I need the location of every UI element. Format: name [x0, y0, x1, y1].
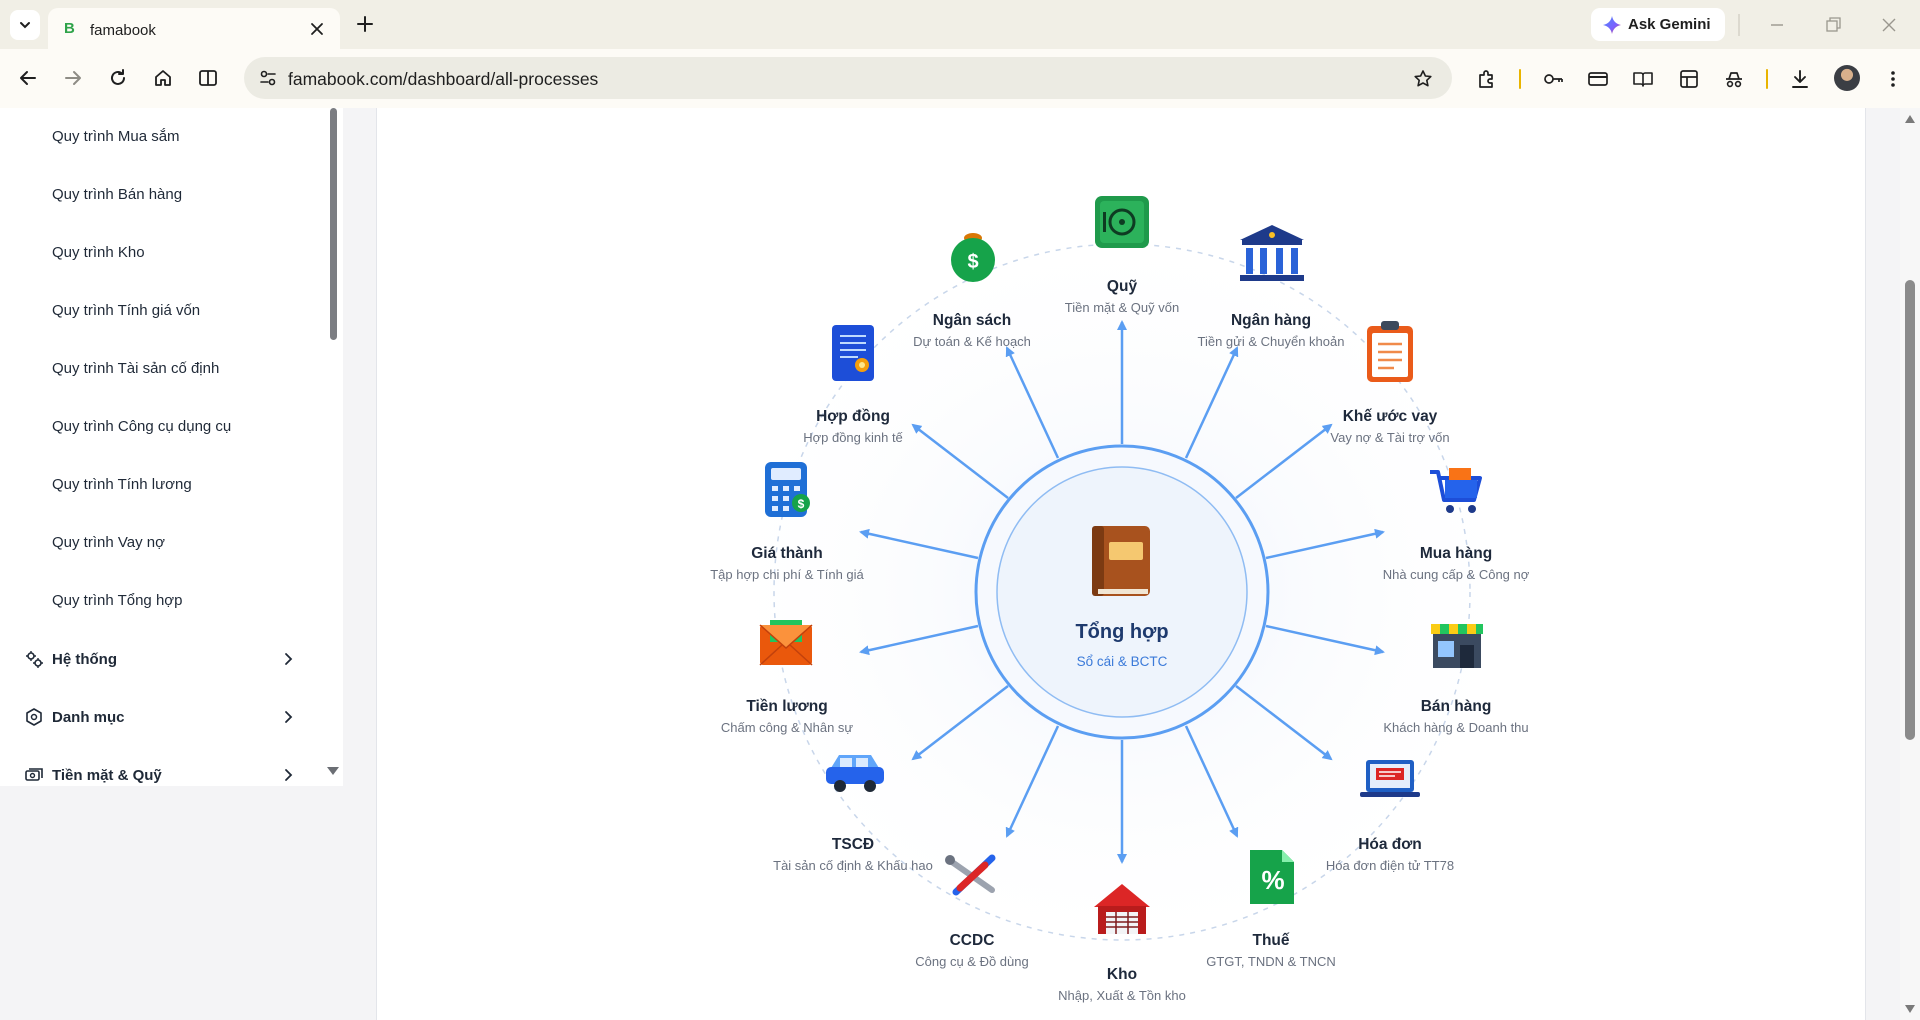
scroll-up-arrow-icon[interactable]	[1904, 114, 1916, 124]
node-label: Hóa đơn	[1358, 836, 1422, 853]
node-subtitle: Hợp đồng kinh tế	[803, 430, 903, 445]
laptop-icon	[1360, 760, 1420, 797]
center-subtitle: Sổ cái & BCTC	[1076, 654, 1168, 669]
node-khe-uoc-vay[interactable]: Khế ước vay Vay nợ & Tài trợ vốn	[1270, 402, 1510, 445]
page-scrollbar-thumb[interactable]	[1905, 280, 1915, 740]
node-gia-thanh[interactable]: Giá thành Tập hợp chi phí & Tính giá	[667, 539, 907, 582]
node-label: Tiền lương	[746, 698, 828, 715]
node-ngan-hang[interactable]: Ngân hàng Tiền gửi & Chuyển khoản	[1151, 306, 1391, 349]
node-tien-luong[interactable]: Tiền lương Chấm công & Nhân sự	[667, 692, 907, 735]
node-label: TSCĐ	[831, 836, 875, 853]
node-label: Mua hàng	[1419, 545, 1493, 562]
node-label: Ngân hàng	[1230, 312, 1312, 329]
node-subtitle: Nhà cung cấp & Công nợ	[1382, 567, 1530, 582]
svg-text:$: $	[967, 251, 978, 273]
node-ngan-sach[interactable]: Ngân sách Dự toán & Kế hoạch	[852, 306, 1092, 349]
svg-text:$: $	[798, 497, 805, 511]
node-subtitle: Công cụ & Đồ dùng	[915, 954, 1029, 969]
node-subtitle: Khách hàng & Doanh thu	[1383, 720, 1529, 735]
node-label: Bán hàng	[1420, 698, 1492, 715]
node-subtitle: Hóa đơn điện tử TT78	[1325, 858, 1455, 873]
node-subtitle: Vay nợ & Tài trợ vốn	[1330, 430, 1450, 445]
store-icon	[1431, 624, 1483, 668]
ledger-book-icon	[1092, 526, 1150, 596]
node-ccdc[interactable]: CCDC Công cụ & Đồ dùng	[852, 926, 1092, 969]
node-label: CCDC	[949, 932, 995, 949]
node-subtitle: Chấm công & Nhân sự	[720, 720, 854, 735]
center-title: Tổng hợp	[1075, 621, 1169, 643]
node-label: Khế ước vay	[1342, 408, 1438, 425]
node-label: Ngân sách	[932, 312, 1012, 329]
node-subtitle: Nhập, Xuất & Tồn kho	[1058, 988, 1186, 1003]
node-label: Quỹ	[1106, 278, 1138, 295]
node-hop-dong[interactable]: Hợp đồng Hợp đồng kinh tế	[733, 402, 973, 445]
node-tscd[interactable]: TSCĐ Tài sản cố định & Khấu hao	[733, 830, 973, 873]
node-label: Hợp đồng	[816, 408, 890, 425]
node-label: Thuế	[1252, 932, 1290, 949]
node-subtitle: Tiền gửi & Chuyển khoản	[1197, 334, 1345, 349]
safe-icon	[1095, 196, 1149, 248]
node-mua-hang[interactable]: Mua hàng Nhà cung cấp & Công nợ	[1336, 539, 1576, 582]
calculator-icon: $	[765, 462, 810, 517]
node-ban-hang[interactable]: Bán hàng Khách hàng & Doanh thu	[1336, 692, 1576, 735]
node-subtitle: Dự toán & Kế hoạch	[913, 334, 1031, 349]
envelope-icon	[759, 620, 813, 666]
node-label: Giá thành	[751, 545, 823, 562]
node-hoa-don[interactable]: Hóa đơn Hóa đơn điện tử TT78	[1270, 830, 1510, 873]
node-subtitle: Tài sản cố định & Khấu hao	[773, 858, 933, 873]
scroll-down-arrow-icon[interactable]	[1904, 1004, 1916, 1014]
node-subtitle: Tập hợp chi phí & Tính giá	[710, 567, 864, 582]
